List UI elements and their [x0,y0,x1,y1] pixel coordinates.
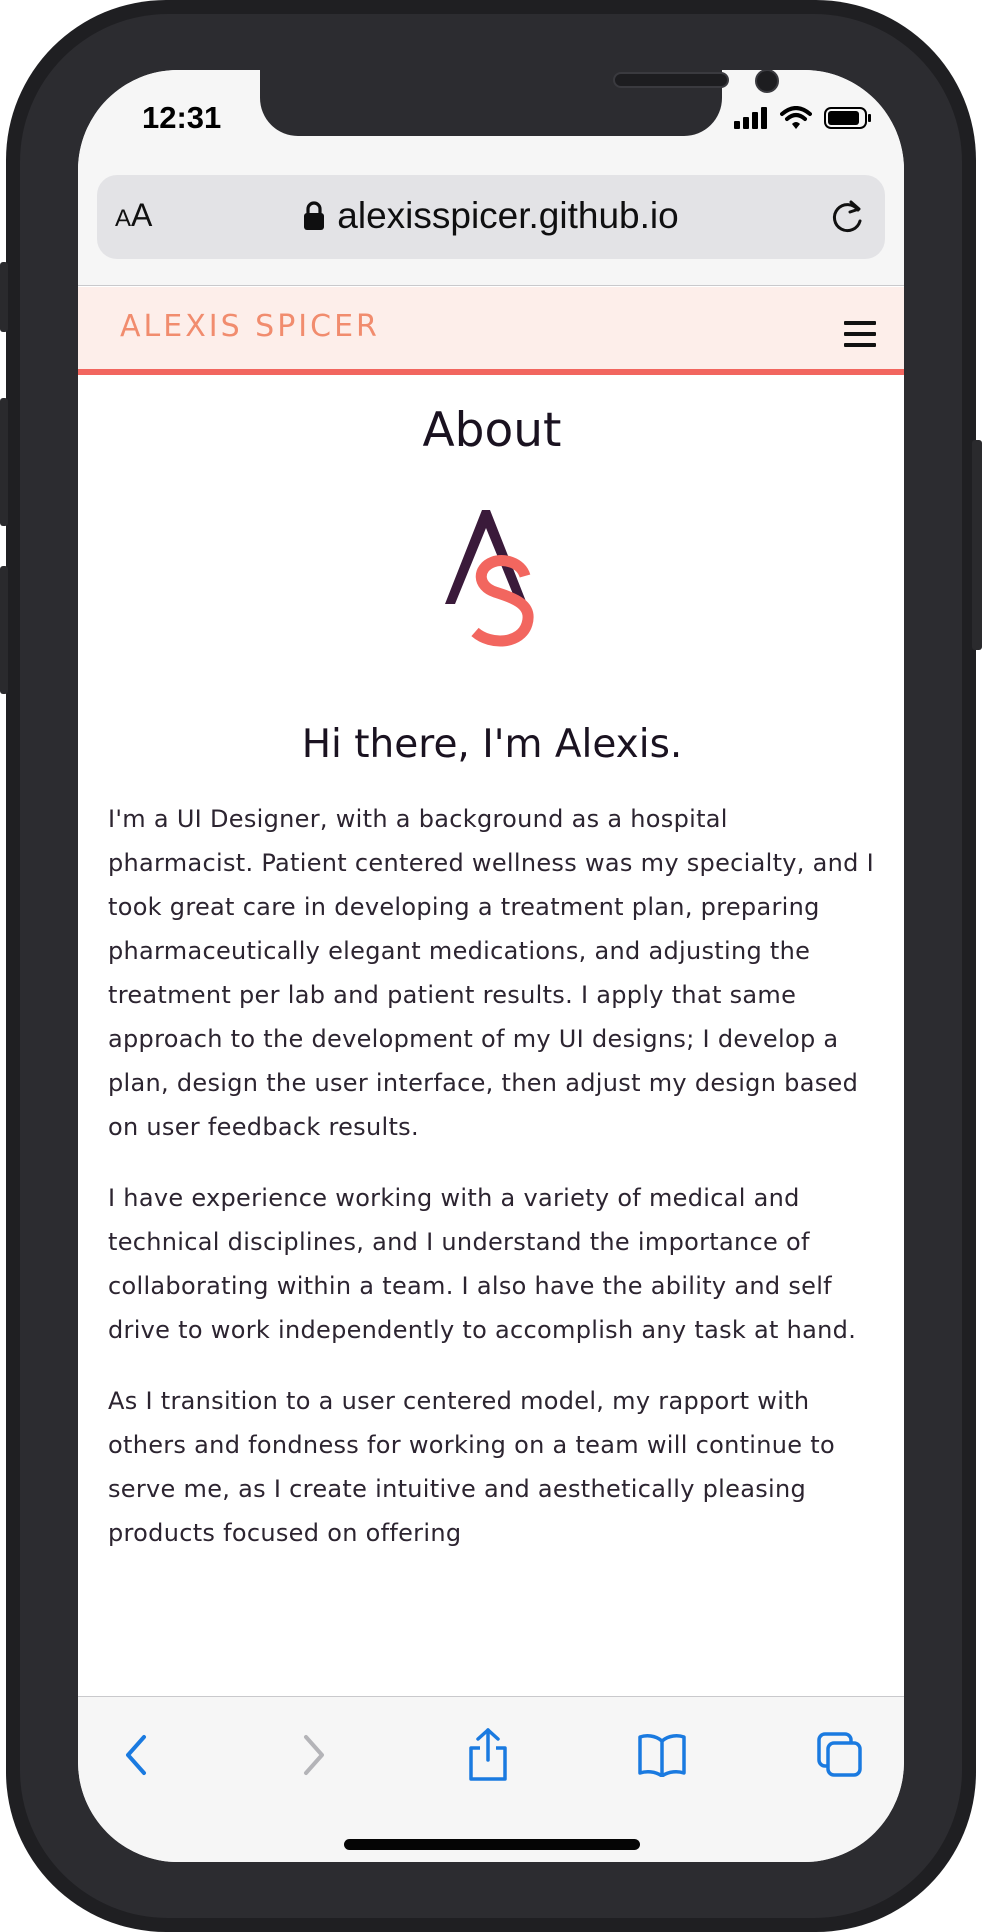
bookmarks-icon [638,1734,686,1777]
wifi-icon [780,106,812,129]
power-button [972,440,982,650]
status-time: 12:31 [142,100,222,135]
notch [260,70,779,136]
volume-down-button [0,566,8,694]
earpiece-speaker [613,72,729,88]
back-button[interactable] [106,1725,166,1785]
phone-screen: 12:31 AA alexisspicer.github.io ALEXIS S… [78,70,904,1862]
bio-paragraph-3: As I transition to a user centered model… [108,1387,835,1547]
greeting-heading: Hi there, I'm Alexis. [301,722,683,767]
battery-icon [824,107,871,129]
page-title: About [422,403,562,458]
front-camera [755,70,779,93]
cellular-signal-icon [734,107,767,129]
home-indicator[interactable] [344,1839,640,1850]
reload-icon[interactable] [831,199,865,235]
hamburger-menu-icon[interactable] [844,321,876,347]
volume-up-button [0,398,8,526]
main-content: About Hi there, I'm Alexis. I'm a UI Des… [108,376,876,1555]
bookmarks-button[interactable] [632,1725,692,1785]
share-button[interactable] [458,1725,518,1785]
back-icon [126,1735,146,1775]
site-logo-text[interactable]: ALEXIS SPICER [120,309,380,344]
bio-paragraph-1: I'm a UI Designer, with a background as … [108,805,875,1141]
mute-switch [0,262,8,332]
browser-toolbar [78,1696,904,1862]
share-icon [469,1728,507,1781]
as-monogram-logo [445,510,534,647]
tabs-icon [817,1732,862,1777]
forward-button[interactable] [284,1725,344,1785]
address-bar[interactable]: AA alexisspicer.github.io [97,175,885,259]
url-text[interactable]: alexisspicer.github.io [337,195,678,237]
lock-icon [304,201,325,230]
browser-address-area: AA alexisspicer.github.io [78,170,904,286]
bio-paragraph-2: I have experience working with a variety… [108,1184,857,1344]
status-icons [734,106,872,130]
site-header: ALEXIS SPICER [78,287,904,375]
url-display[interactable]: alexisspicer.github.io [97,195,885,237]
tabs-button[interactable] [810,1725,870,1785]
forward-icon [304,1735,324,1775]
